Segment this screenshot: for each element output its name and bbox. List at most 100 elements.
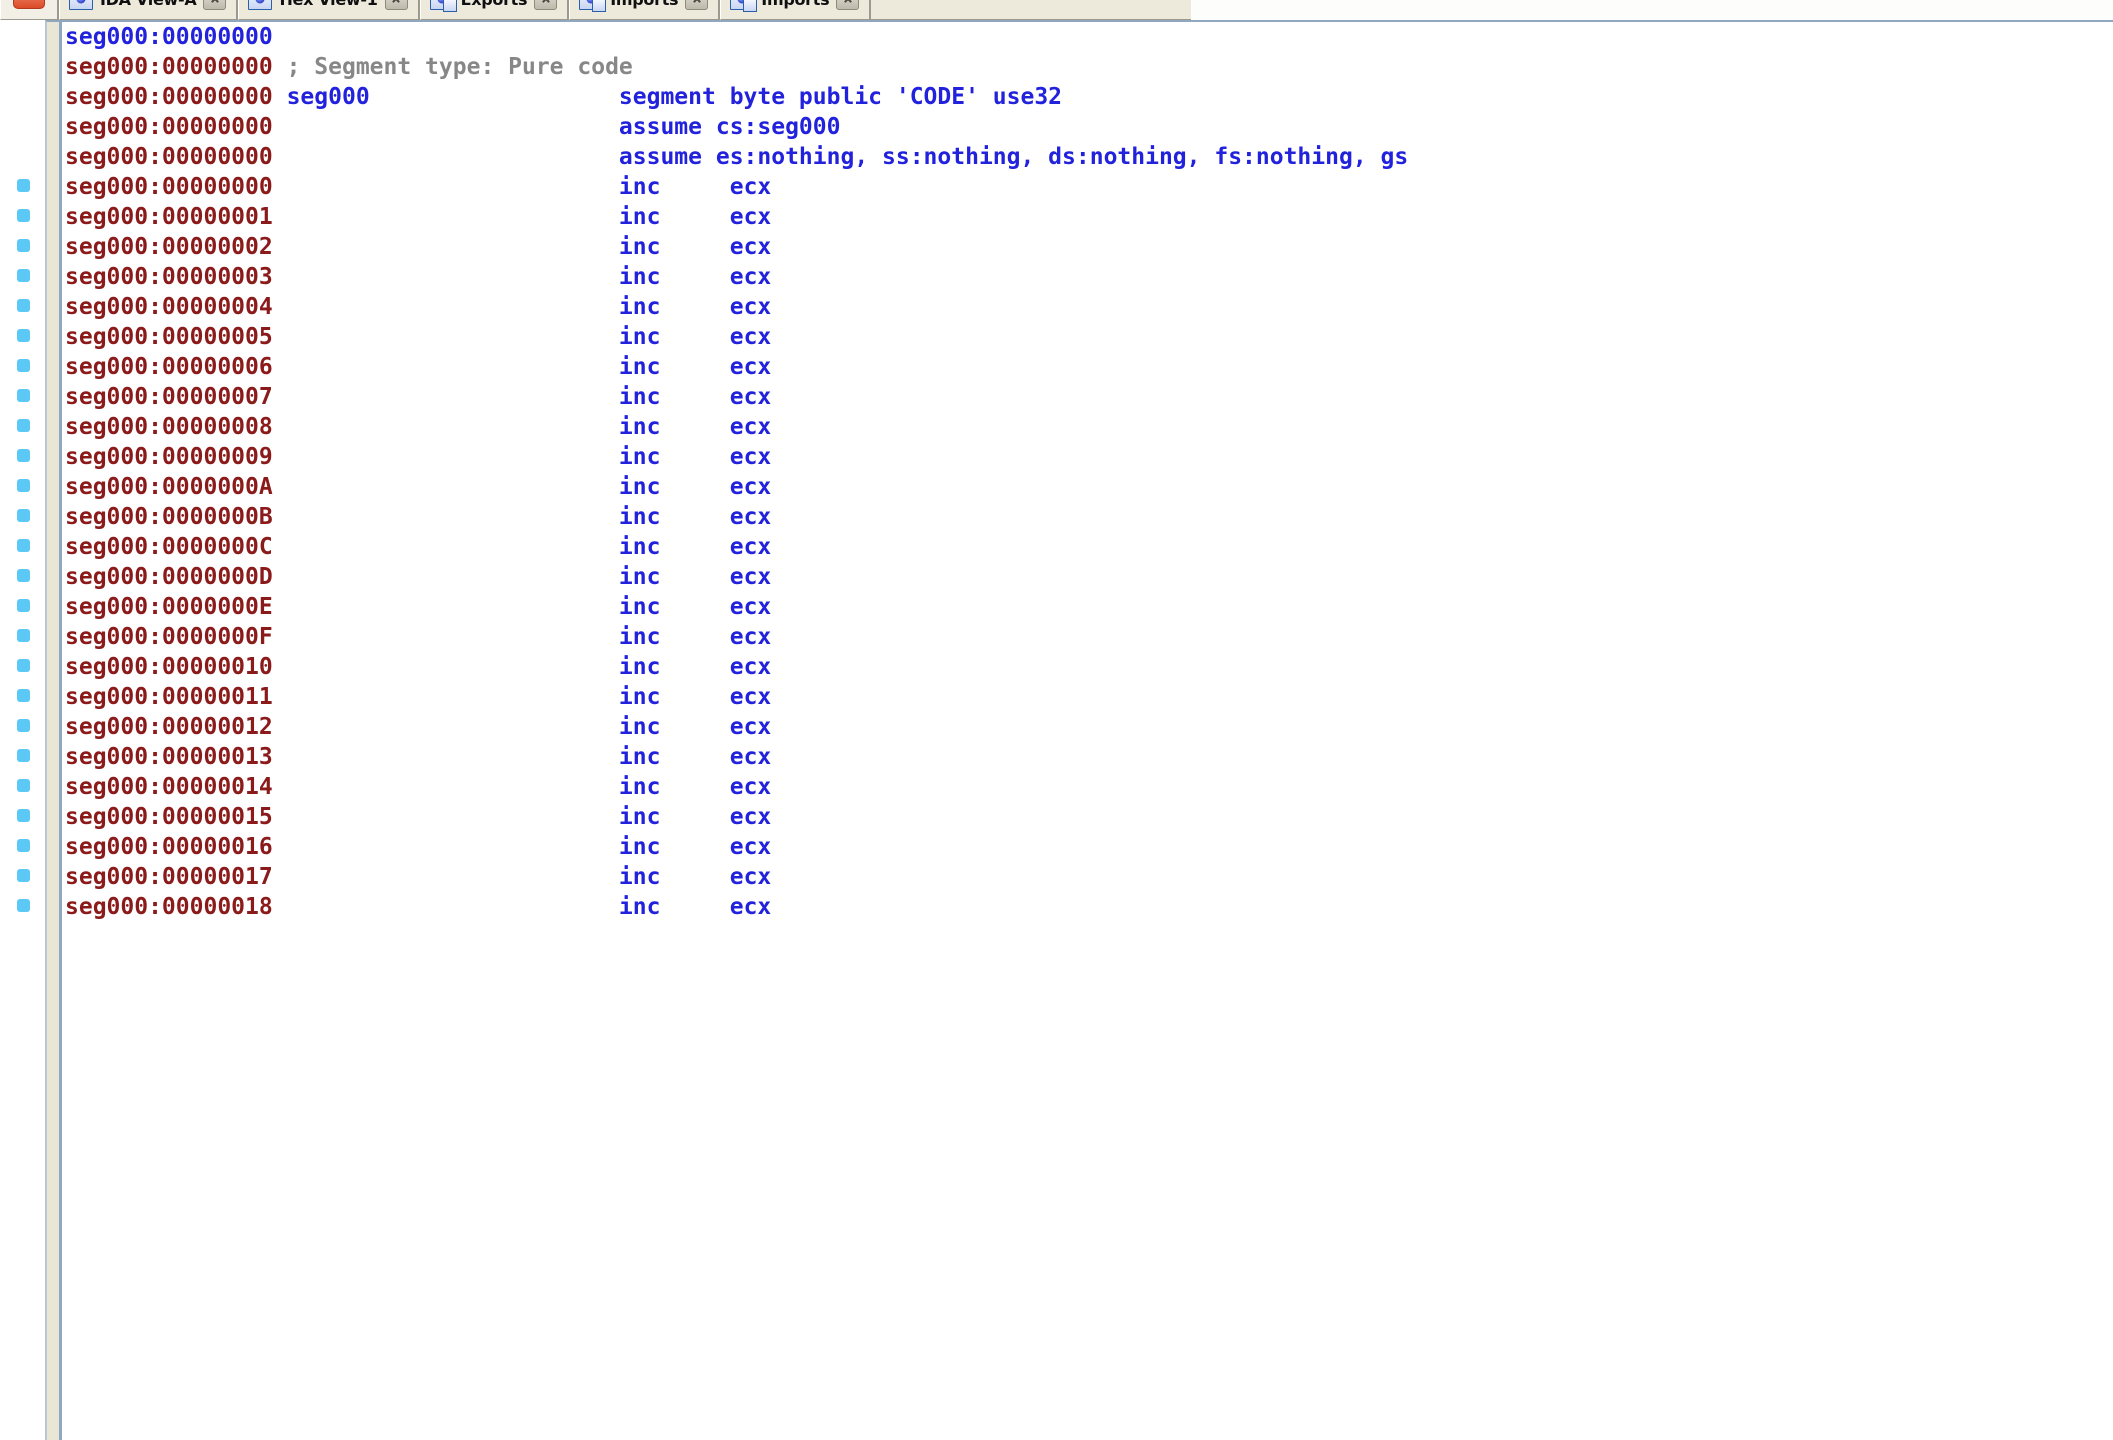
tab-imports[interactable]: Imports <box>569 0 721 20</box>
line-operand[interactable]: ecx <box>730 354 772 380</box>
segment-name[interactable]: seg000 <box>287 84 370 110</box>
breakpoint-dot[interactable] <box>17 779 30 792</box>
disassembly-line[interactable]: seg000:00000017 inc ecx <box>65 862 2113 892</box>
tab-close-icon[interactable] <box>836 0 860 10</box>
tab-imports[interactable]: Imports <box>720 0 872 20</box>
line-operand[interactable]: ecx <box>730 684 772 710</box>
line-operand[interactable]: ecx <box>730 594 772 620</box>
disassembly-line[interactable]: seg000:00000000 assume cs:seg000 <box>65 112 2113 142</box>
line-operand[interactable]: ecx <box>730 864 772 890</box>
breakpoint-dot[interactable] <box>17 629 30 642</box>
line-operand[interactable]: ecx <box>730 834 772 860</box>
breakpoint-dot[interactable] <box>17 419 30 432</box>
line-operand[interactable]: ecx <box>730 714 772 740</box>
breakpoint-dot[interactable] <box>17 209 30 222</box>
breakpoint-dot[interactable] <box>17 179 30 192</box>
tab-ida-view-a[interactable]: IDA View-A <box>59 0 239 20</box>
line-operand[interactable]: ecx <box>730 564 772 590</box>
disassembly-line[interactable]: seg000:00000016 inc ecx <box>65 832 2113 862</box>
breakpoint-dot[interactable] <box>17 689 30 702</box>
line-operand[interactable]: ecx <box>730 384 772 410</box>
breakpoint-dot[interactable] <box>17 449 30 462</box>
line-operand[interactable]: ecx <box>730 504 772 530</box>
breakpoint-dot[interactable] <box>17 299 30 312</box>
disassembly-line[interactable]: seg000:00000000 ; Segment type: Pure cod… <box>65 52 2113 82</box>
disassembly-line[interactable]: seg000:00000011 inc ecx <box>65 682 2113 712</box>
disassembly-line[interactable]: seg000:00000000 assume es:nothing, ss:no… <box>65 142 2113 172</box>
disassembly-line[interactable]: seg000:00000007 inc ecx <box>65 382 2113 412</box>
breakpoint-dot[interactable] <box>17 719 30 732</box>
breakpoint-dot[interactable] <box>17 239 30 252</box>
line-operand[interactable]: ecx <box>730 444 772 470</box>
line-operand[interactable]: ecx <box>730 474 772 500</box>
line-operand[interactable]: ecx <box>730 204 772 230</box>
line-operand[interactable]: ecx <box>730 264 772 290</box>
disassembly-line[interactable]: seg000:00000000 <box>65 22 2113 52</box>
breakpoint-dot[interactable] <box>17 329 30 342</box>
tab-exports[interactable]: Exports <box>419 0 570 20</box>
disassembly-line[interactable]: seg000:00000000 inc ecx <box>65 172 2113 202</box>
operand-padding <box>660 504 729 530</box>
line-operand[interactable]: ecx <box>730 324 772 350</box>
breakpoint-dot[interactable] <box>17 869 30 882</box>
breakpoint-dot[interactable] <box>17 569 30 582</box>
tab-hex-view-1[interactable]: Hex View-1 <box>238 0 420 20</box>
ida-disassembly-pane[interactable]: seg000:00000000 seg000:00000000 ; Segmen… <box>45 20 2113 1440</box>
disassembly-line[interactable]: seg000:0000000C inc ecx <box>65 532 2113 562</box>
line-operand[interactable]: ecx <box>730 294 772 320</box>
line-operand[interactable]: ecx <box>730 624 772 650</box>
breakpoint-dot[interactable] <box>17 899 30 912</box>
disassembly-line[interactable]: seg000:00000010 inc ecx <box>65 652 2113 682</box>
disassembly-line[interactable]: seg000:00000008 inc ecx <box>65 412 2113 442</box>
disassembly-listing[interactable]: seg000:00000000 seg000:00000000 ; Segmen… <box>65 22 2113 1440</box>
disassembly-line[interactable]: seg000:00000005 inc ecx <box>65 322 2113 352</box>
disassembly-line[interactable]: seg000:0000000B inc ecx <box>65 502 2113 532</box>
breakpoint-gutter[interactable] <box>0 20 45 1440</box>
line-operand[interactable]: ecx <box>730 414 772 440</box>
disassembly-line[interactable]: seg000:00000000 seg000 segment byte publ… <box>65 82 2113 112</box>
breakpoint-dot[interactable] <box>17 509 30 522</box>
breakpoint-dot[interactable] <box>17 839 30 852</box>
line-operand[interactable]: ecx <box>730 654 772 680</box>
disassembly-line[interactable]: seg000:00000002 inc ecx <box>65 232 2113 262</box>
disassembly-line[interactable]: seg000:00000001 inc ecx <box>65 202 2113 232</box>
close-icon[interactable] <box>13 0 45 9</box>
disassembly-line[interactable]: seg000:0000000E inc ecx <box>65 592 2113 622</box>
disassembly-line[interactable]: seg000:00000003 inc ecx <box>65 262 2113 292</box>
disassembly-line[interactable]: seg000:00000013 inc ecx <box>65 742 2113 772</box>
breakpoint-dot[interactable] <box>17 389 30 402</box>
line-operand[interactable]: ecx <box>730 234 772 260</box>
breakpoint-dot[interactable] <box>17 359 30 372</box>
disassembly-line[interactable]: seg000:0000000D inc ecx <box>65 562 2113 592</box>
tab-close-icon[interactable] <box>384 0 408 10</box>
line-operand[interactable]: ecx <box>730 174 772 200</box>
breakpoint-dot[interactable] <box>17 809 30 822</box>
window-close-button[interactable] <box>0 0 59 20</box>
disassembly-line[interactable]: seg000:00000015 inc ecx <box>65 802 2113 832</box>
breakpoint-dot[interactable] <box>17 599 30 612</box>
disassembly-line[interactable]: seg000:00000012 inc ecx <box>65 712 2113 742</box>
breakpoint-dot[interactable] <box>17 539 30 552</box>
line-operand[interactable]: ecx <box>730 894 772 920</box>
disassembly-line[interactable]: seg000:0000000A inc ecx <box>65 472 2113 502</box>
disassembly-line[interactable]: seg000:0000000F inc ecx <box>65 622 2113 652</box>
breakpoint-dot[interactable] <box>17 659 30 672</box>
disassembly-line[interactable]: seg000:00000009 inc ecx <box>65 442 2113 472</box>
line-address: seg000:0000000D <box>65 564 273 590</box>
breakpoint-dot[interactable] <box>17 479 30 492</box>
disassembly-line[interactable]: seg000:00000006 inc ecx <box>65 352 2113 382</box>
disassembly-line[interactable]: seg000:00000018 inc ecx <box>65 892 2113 922</box>
tab-close-icon[interactable] <box>534 0 558 10</box>
tab-icon-glyph <box>737 0 747 4</box>
line-operand[interactable]: ecx <box>730 744 772 770</box>
disassembly-line[interactable]: seg000:00000014 inc ecx <box>65 772 2113 802</box>
line-mnemonic: inc <box>618 744 661 770</box>
breakpoint-dot[interactable] <box>17 269 30 282</box>
breakpoint-dot[interactable] <box>17 749 30 762</box>
tab-close-icon[interactable] <box>203 0 227 10</box>
tab-close-icon[interactable] <box>685 0 709 10</box>
line-operand[interactable]: ecx <box>730 804 772 830</box>
line-operand[interactable]: ecx <box>730 534 772 560</box>
disassembly-line[interactable]: seg000:00000004 inc ecx <box>65 292 2113 322</box>
line-operand[interactable]: ecx <box>730 774 772 800</box>
